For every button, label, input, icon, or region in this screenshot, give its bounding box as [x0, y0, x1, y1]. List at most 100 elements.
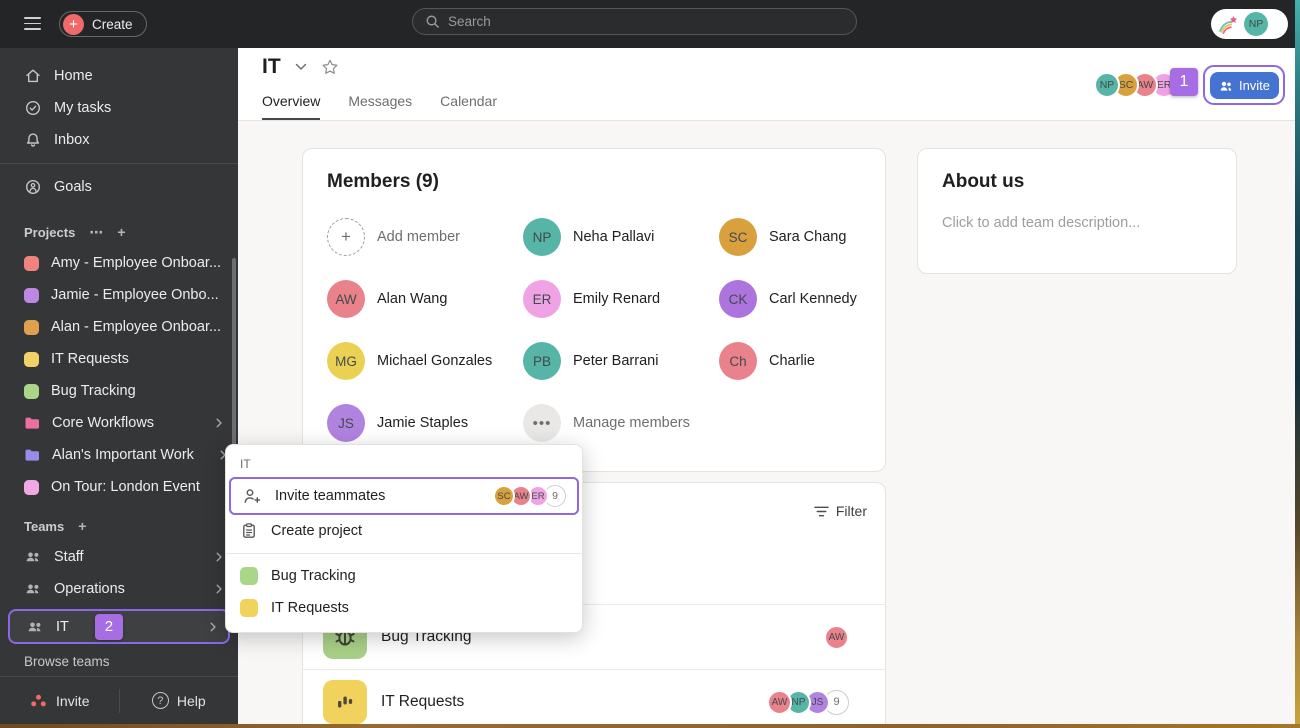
sidebar-team-it[interactable]: IT 2 [8, 609, 230, 644]
team-description-placeholder[interactable]: Click to add team description... [942, 215, 1212, 231]
sidebar-project-jamie[interactable]: Jamie - Employee Onbo... [0, 279, 238, 311]
project-color-icon [24, 383, 39, 399]
menu-divider [226, 553, 582, 554]
menu-item-invite-teammates[interactable]: Invite teammates SC AW ER 9 [229, 477, 579, 515]
add-team-icon[interactable]: + [78, 519, 86, 533]
tab-messages[interactable]: Messages [348, 93, 412, 120]
folder-label: Alan's Important Work [52, 447, 194, 463]
member-charlie[interactable]: Ch Charlie [719, 342, 861, 380]
help-button[interactable]: ? Help [120, 692, 239, 709]
sidebar-team-operations[interactable]: Operations [0, 573, 238, 605]
projects-header-label: Projects [24, 224, 76, 240]
member-name: Carl Kennedy [769, 291, 857, 307]
page-title: IT [262, 55, 281, 78]
sidebar-project-it-requests[interactable]: IT Requests [0, 343, 238, 375]
member-michael-gonzales[interactable]: MG Michael Gonzales [327, 342, 523, 380]
sidebar-project-bug-tracking[interactable]: Bug Tracking [0, 375, 238, 407]
desktop-edge-bottom [0, 724, 1300, 728]
about-title: About us [942, 171, 1025, 192]
add-member-button[interactable]: + Add member [327, 218, 523, 256]
create-button[interactable]: + Create [59, 11, 147, 37]
sidebar-project-alan[interactable]: Alan - Employee Onboar... [0, 311, 238, 343]
desktop-edge-right [1295, 0, 1300, 728]
project-members-avatars: AW [824, 624, 849, 650]
member-neha-pallavi[interactable]: NP Neha Pallavi [523, 218, 719, 256]
member-sara-chang[interactable]: SC Sara Chang [719, 218, 861, 256]
member-alan-wang[interactable]: AW Alan Wang [327, 280, 523, 318]
sidebar-divider [0, 163, 238, 164]
chevron-right-icon [210, 622, 216, 631]
sidebar-item-inbox[interactable]: Inbox [0, 124, 238, 156]
chevron-right-icon [216, 552, 222, 562]
members-card: Members (9) + Add member NP Neha Pallavi… [302, 148, 886, 472]
sidebar-project-amy[interactable]: Amy - Employee Onboar... [0, 247, 238, 279]
menu-item-create-project[interactable]: Create project [226, 515, 582, 547]
team-label: Operations [54, 581, 125, 597]
user-menu[interactable]: NP [1211, 9, 1288, 39]
menu-item-it-requests[interactable]: IT Requests [226, 592, 582, 624]
sidebar-folder-alans-important-work[interactable]: Alan's Important Work [0, 439, 238, 471]
project-label: Bug Tracking [51, 383, 136, 399]
create-button-label: Create [92, 16, 133, 32]
member-carl-kennedy[interactable]: CK Carl Kennedy [719, 280, 861, 318]
project-label: IT Requests [51, 351, 129, 367]
members-grid: + Add member NP Neha Pallavi SC Sara Cha… [327, 218, 861, 442]
annotation-mark-2: 2 [94, 613, 123, 640]
page-header: IT Overview Messages Calendar NP SC AW E… [238, 48, 1295, 121]
avatar: NP [1244, 12, 1268, 36]
search-icon [426, 15, 439, 28]
team-icon [26, 584, 39, 594]
project-label: Amy - Employee Onboar... [51, 255, 222, 271]
annotation-mark-1: 1 [1170, 68, 1198, 96]
project-label: Alan - Employee Onboar... [51, 319, 222, 335]
project-color-icon [24, 287, 39, 303]
filter-icon [814, 506, 829, 516]
search-input[interactable]: Search [412, 8, 857, 35]
manage-members-label: Manage members [573, 415, 690, 431]
manage-members-button[interactable]: ••• Manage members [523, 404, 719, 442]
sidebar-toggle-icon[interactable] [24, 17, 41, 30]
browse-teams-link[interactable]: Browse teams [0, 644, 238, 679]
help-icon: ? [151, 692, 169, 709]
tab-overview[interactable]: Overview [262, 93, 321, 120]
search-placeholder: Search [448, 14, 491, 29]
project-color-icon [24, 255, 39, 271]
project-row-it-requests[interactable]: IT Requests AW NP JS 9 [303, 669, 885, 728]
sidebar-item-goals[interactable]: Goals [0, 171, 238, 203]
projects-options-icon[interactable]: ⋯ [89, 225, 103, 239]
team-label: IT [56, 618, 69, 635]
member-name: Jamie Staples [377, 415, 469, 431]
team-avatar-stack[interactable]: NP SC AW ER [1094, 72, 1177, 98]
project-label: Jamie - Employee Onbo... [51, 287, 219, 303]
chevron-right-icon [216, 418, 222, 428]
invite-people-icon [1220, 81, 1232, 91]
sidebar-item-home[interactable]: Home [0, 60, 238, 92]
member-name: Peter Barrani [573, 353, 659, 369]
teams-header-label: Teams [24, 518, 65, 534]
member-emily-renard[interactable]: ER Emily Renard [523, 280, 719, 318]
members-title: Members (9) [327, 171, 439, 192]
invite-button[interactable]: Invite [1210, 72, 1279, 99]
filter-button[interactable]: Filter [814, 503, 867, 519]
teammates-avatar-stack: SC AW ER 9 [493, 485, 566, 507]
add-member-label: Add member [377, 229, 461, 245]
avatar: AW [824, 624, 849, 650]
sidebar-project-on-tour[interactable]: On Tour: London Event [0, 471, 238, 503]
chevron-down-icon[interactable] [295, 63, 307, 71]
sidebar-item-my-tasks[interactable]: My tasks [0, 92, 238, 124]
app-window: + Create Search NP Home My tasks Inbox G… [0, 0, 1300, 728]
add-project-icon[interactable]: + [117, 225, 125, 239]
member-peter-barrani[interactable]: PB Peter Barrani [523, 342, 719, 380]
tab-calendar[interactable]: Calendar [440, 93, 497, 120]
sidebar-team-staff[interactable]: Staff [0, 541, 238, 573]
menu-item-bug-tracking[interactable]: Bug Tracking [226, 560, 582, 592]
help-label: Help [176, 692, 206, 709]
invite-footer-button[interactable]: Invite [0, 692, 119, 710]
member-jamie-staples[interactable]: JS Jamie Staples [327, 404, 523, 442]
avatar: ER [523, 280, 561, 318]
project-color-icon [24, 351, 39, 367]
asana-logo-icon [31, 694, 46, 706]
tab-bar: Overview Messages Calendar [262, 93, 497, 120]
sidebar-folder-core-workflows[interactable]: Core Workflows [0, 407, 238, 439]
star-icon[interactable] [321, 58, 339, 76]
